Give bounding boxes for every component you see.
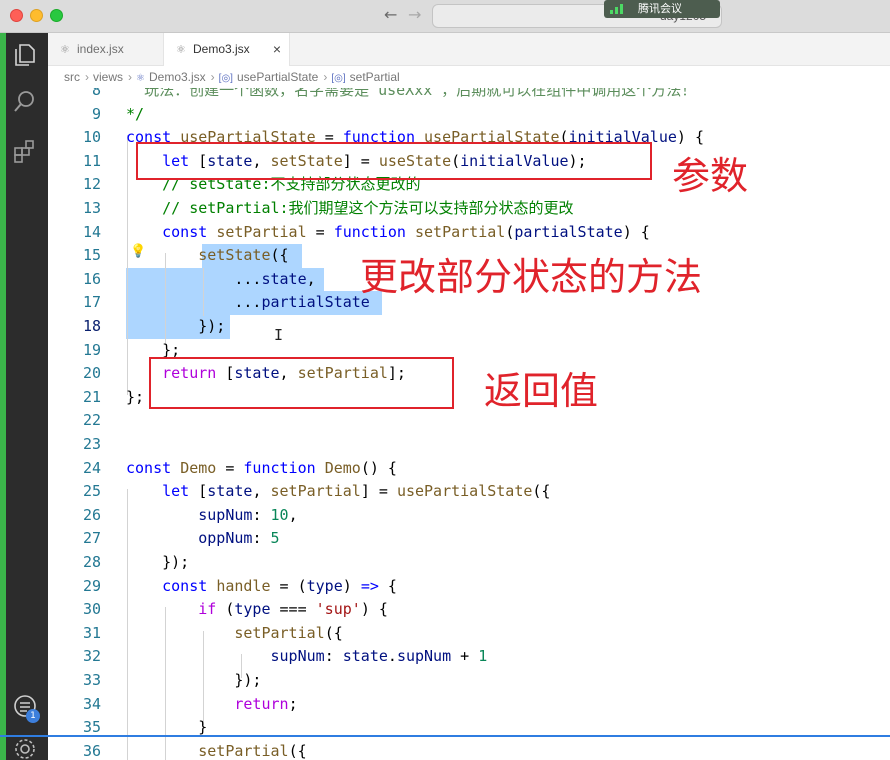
tab-demo3-jsx[interactable]: ⚛ Demo3.jsx × (164, 33, 290, 67)
line-number: 14 (82, 222, 101, 241)
code-line: ...state, (234, 269, 316, 288)
breadcrumb: src › views › ⚛ Demo3.jsx › [◎] usePartialState ›… (48, 66, 890, 88)
breadcrumb-item[interactable]: src (64, 70, 80, 84)
chevron-right-icon: › (210, 70, 215, 84)
code-line: const Demo = function Demo() { (126, 458, 397, 477)
line-number: 34 (82, 694, 101, 713)
code-line: }); (234, 671, 262, 689)
react-file-icon: ⚛ (136, 73, 145, 84)
line-number: 26 (82, 505, 101, 524)
code-line: }); (162, 553, 190, 571)
line-number: 16 (82, 269, 101, 288)
code-line: supNum: 10, (198, 505, 298, 524)
editor-tab-bar: ⚛ index.jsx ⚛ Demo3.jsx × (48, 33, 890, 67)
line-number: 36 (82, 741, 101, 760)
comment-text: // setPartial:我们期望这个方法可以支持部分状态的更改 (162, 199, 574, 217)
line-number: 8 (91, 88, 101, 99)
symbol-method-icon: [◎] (218, 73, 233, 84)
code-line: oppNum: 5 (198, 529, 280, 548)
line-number: 27 (82, 529, 101, 548)
search-icon[interactable] (12, 89, 38, 115)
close-window-button[interactable] (10, 9, 23, 22)
forward-arrow-icon[interactable]: → (408, 5, 421, 24)
comment-text: 玩法：创建一个函数，名字需要是 useXxx ，后期就可以在组件中调用这个方法！ (144, 88, 697, 99)
code-line: setState({ (198, 246, 289, 265)
code-line: return; (234, 694, 298, 713)
annotation-method: 更改部分状态的方法 (360, 255, 703, 299)
comment-text: */ (126, 104, 145, 123)
line-number: 33 (82, 671, 101, 689)
code-line: // setPartial:我们期望这个方法可以支持部分状态的更改 (126, 197, 574, 221)
breadcrumb-item[interactable]: usePartialState (237, 70, 318, 84)
breadcrumb-item[interactable]: Demo3.jsx (149, 70, 206, 84)
line-number: 20 (82, 364, 101, 383)
line-number: 23 (82, 435, 101, 453)
annotation-box-params (136, 142, 652, 180)
breadcrumb-item[interactable]: setPartial (350, 70, 400, 84)
notification-badge: 1 (26, 709, 40, 723)
tab-label: Demo3.jsx (193, 42, 250, 56)
code-line: supNum: state.supNum + 1 (270, 647, 488, 666)
signal-bars-icon (610, 4, 632, 14)
back-arrow-icon[interactable]: ← (384, 5, 397, 24)
line-number: 9 (91, 104, 101, 123)
code-line: }); (198, 317, 226, 335)
code-line: setPartial({ (198, 741, 307, 760)
line-number: 30 (82, 600, 101, 619)
line-number: 29 (82, 576, 101, 595)
line-number: 24 (82, 458, 101, 477)
line-number: 10 (82, 128, 101, 147)
react-file-icon: ⚛ (176, 44, 186, 56)
chevron-right-icon: › (85, 70, 89, 84)
code-line: 玩法：创建一个函数，名字需要是 useXxx ，后期就可以在组件中调用这个方法！ (126, 88, 696, 103)
code-line: if (type === 'sup') { (198, 600, 388, 619)
code-line: setPartial({ (234, 623, 343, 642)
line-number: 15 (82, 246, 101, 265)
extensions-icon[interactable] (12, 139, 38, 165)
annotation-return-value: 返回值 (484, 369, 599, 413)
line-number: 25 (82, 482, 101, 501)
tab-index-jsx[interactable]: ⚛ index.jsx (48, 33, 164, 66)
code-line: ...partialState (234, 293, 370, 312)
line-number: 12 (82, 175, 101, 194)
annotation-box-return (149, 357, 454, 409)
line-number: 28 (82, 553, 101, 571)
line-number-gutter: 8 9 10 11 12 13 14 15 16 17 18 19 20 21 … (48, 88, 108, 760)
code-line: */ (126, 103, 144, 127)
code-line: const setPartial = function setPartial(p… (162, 222, 650, 241)
maximize-window-button[interactable] (50, 9, 63, 22)
chevron-right-icon: › (128, 70, 133, 84)
line-number: 21 (82, 387, 101, 406)
explorer-icon[interactable] (12, 42, 38, 68)
line-number: 11 (82, 151, 101, 170)
minimize-window-button[interactable] (30, 9, 43, 22)
tab-label: index.jsx (77, 42, 124, 56)
line-number: 17 (82, 293, 101, 312)
code-editor[interactable]: 8 9 10 11 12 13 14 15 16 17 18 19 20 21 … (48, 88, 890, 760)
annotation-params: 参数 (672, 154, 749, 198)
line-number: 19 (82, 340, 101, 359)
close-icon[interactable]: × (273, 33, 281, 66)
line-number: 13 (82, 199, 101, 217)
chevron-right-icon: › (323, 70, 328, 84)
breadcrumb-item[interactable]: views (93, 70, 123, 84)
code-line: const handle = (type) => { (162, 576, 397, 595)
symbol-method-icon: [◎] (331, 73, 346, 84)
line-number: 22 (82, 411, 101, 430)
screen-divider-line (0, 735, 890, 737)
meeting-label: 腾讯会议 (638, 2, 682, 15)
text-cursor: I (274, 326, 284, 344)
line-number: 32 (82, 647, 101, 666)
react-file-icon: ⚛ (60, 44, 70, 56)
title-bar: ← → day1205 腾讯会议 (0, 0, 890, 33)
line-number: 31 (82, 623, 101, 642)
activity-bar: 1 (0, 33, 48, 760)
code-line: }; (126, 387, 145, 406)
settings-gear-icon[interactable] (12, 736, 38, 760)
line-number: 18 (82, 317, 101, 335)
activity-accent-strip (0, 33, 6, 760)
code-line: let [state, setPartial] = usePartialStat… (162, 482, 551, 501)
meeting-indicator[interactable]: 腾讯会议 (604, 0, 720, 18)
